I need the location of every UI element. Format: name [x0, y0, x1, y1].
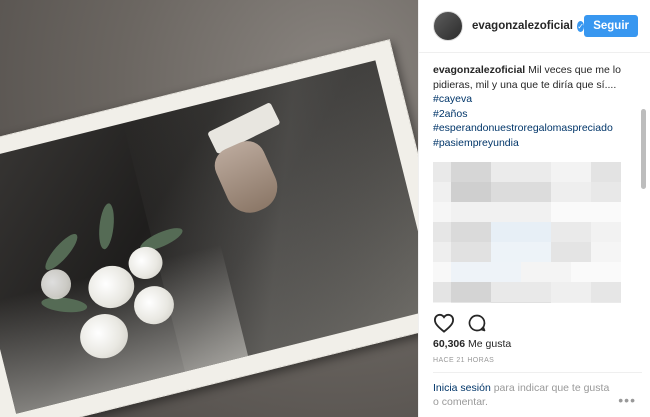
hashtag-link[interactable]: #cayeva — [433, 92, 632, 107]
action-bar — [433, 313, 487, 333]
username-link[interactable]: evagonzalezoficial — [472, 20, 573, 32]
login-link[interactable]: Inicia sesión — [433, 382, 491, 394]
post-photo[interactable] — [0, 0, 418, 417]
hashtag-link[interactable]: #esperandonuestroregalomaspreciado — [433, 121, 632, 136]
hashtag-list: #cayeva #2años #esperandonuestroregaloma… — [433, 92, 632, 150]
comments-area: evagonzalezoficial Mil veces que me lo p… — [419, 53, 650, 303]
divider — [433, 372, 642, 373]
hashtag-link[interactable]: #2años — [433, 107, 632, 122]
caption-username[interactable]: evagonzalezoficial — [433, 64, 525, 76]
comment-icon[interactable] — [467, 313, 487, 333]
post-frame: evagonzalezoficial ✓ Seguir evagonzalezo… — [0, 0, 650, 417]
more-options-icon[interactable]: ••• — [618, 392, 636, 408]
likes-number: 60,306 — [433, 338, 466, 350]
comments-scrollbar[interactable] — [641, 109, 646, 189]
likes-label: Me gusta — [468, 338, 512, 350]
likes-count: 60,306 Me gusta — [433, 338, 511, 350]
photo-content — [0, 60, 418, 414]
follow-button[interactable]: Seguir — [584, 15, 638, 37]
post-side-panel: evagonzalezoficial ✓ Seguir evagonzalezo… — [418, 0, 650, 417]
post-time: HACE 21 HORAS — [433, 357, 495, 364]
verified-badge-icon: ✓ — [576, 20, 585, 32]
hashtag-link[interactable]: #pasiempreyundia — [433, 136, 632, 151]
printed-photo — [0, 39, 418, 417]
post-header: evagonzalezoficial ✓ Seguir — [419, 0, 650, 53]
heart-icon[interactable] — [433, 313, 455, 333]
pixelated-comments — [433, 162, 632, 303]
login-prompt: Inicia sesión para indicar que te gusta … — [433, 381, 611, 409]
avatar[interactable] — [433, 11, 463, 41]
caption: evagonzalezoficial Mil veces que me lo p… — [433, 63, 632, 92]
